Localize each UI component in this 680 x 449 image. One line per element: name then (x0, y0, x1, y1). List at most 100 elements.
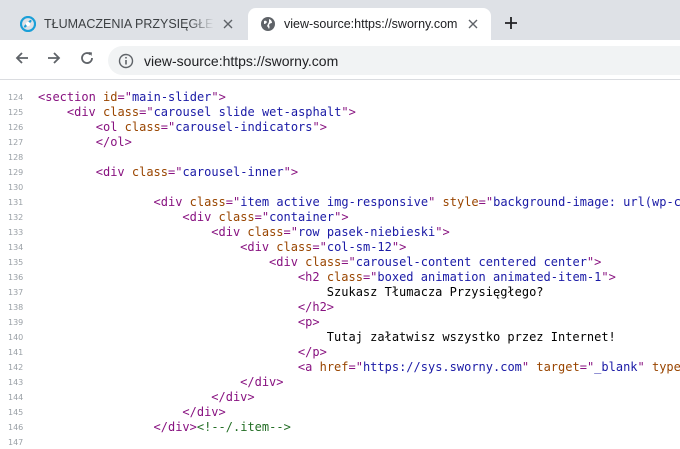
source-view[interactable]: 124 <section id="main-slider"> 125 <div cla… (0, 81, 680, 449)
line-code: <div class="row pasek-niebieski"> (211, 225, 449, 240)
token-tag: "> (283, 165, 299, 179)
token-tag: <ol (95, 120, 125, 134)
token-tag: =" (139, 105, 154, 119)
token-tag: <div (153, 195, 190, 209)
token-attribute: class (247, 225, 284, 239)
line-number: 144 (8, 393, 24, 402)
line-code: <p> (298, 315, 320, 330)
line-number: 133 (8, 228, 24, 237)
token-tag: <div (211, 225, 248, 239)
source-line: 131 <div class="item active img-responsiv… (0, 195, 680, 210)
token-tag: =" (312, 240, 327, 254)
line-code: </h2> (298, 300, 334, 315)
token-tag: </div> (153, 420, 197, 434)
token-attribute: class (326, 270, 363, 284)
token-tag: <div (182, 210, 219, 224)
token-attribute: class (189, 195, 226, 209)
line-code: <div class="carousel-inner"> (96, 165, 298, 180)
source-line: 142 <a href="https://sys.sworny.com" targ… (0, 360, 680, 375)
token-attribute: class (131, 165, 168, 179)
line-number: 137 (8, 288, 24, 297)
close-icon[interactable] (220, 16, 236, 32)
token-tag: =" (160, 120, 176, 134)
token-value: container (269, 210, 335, 224)
source-line: 137 Szukasz Tłumacza Przysięgłego? (0, 285, 680, 300)
token-tag: <h2 (297, 270, 327, 284)
source-line: 144 </div> (0, 390, 680, 405)
token-tag: <div (240, 240, 277, 254)
token-tag: </div> (240, 375, 284, 389)
token-value: carousel slide wet-asphalt (153, 105, 342, 119)
token-attribute: class (124, 120, 161, 134)
token-attribute: class (103, 105, 140, 119)
close-icon[interactable] (465, 16, 481, 32)
token-tag: </p> (297, 345, 327, 359)
source-line: 141 </p> (0, 345, 680, 360)
line-code: <div class="col-sm-12"> (240, 240, 406, 255)
reload-button[interactable] (73, 46, 101, 74)
new-tab-button[interactable] (499, 13, 523, 37)
line-number: 141 (8, 348, 24, 357)
back-button[interactable] (8, 46, 36, 74)
tab-title: TŁUMACZENIA PRZYSIĘGŁE PRZE (44, 17, 214, 31)
address-bar[interactable]: view-source:https://sworny.com (108, 46, 680, 75)
token-value: item active img-responsive (240, 195, 429, 209)
token-value: main-slider (131, 90, 212, 104)
token-value: background-image: url(wp-co (493, 195, 680, 209)
info-icon[interactable] (118, 53, 134, 69)
source-line: 140 Tutaj załatwisz wszystko przez Intern… (0, 330, 680, 345)
token-tag: " (521, 360, 537, 374)
token-attribute: class (276, 240, 313, 254)
token-text: Szukasz Tłumacza Przysięgłego? (326, 285, 544, 299)
reload-icon (79, 50, 95, 71)
token-tag: =" (341, 255, 356, 269)
token-tag: </div> (211, 390, 255, 404)
token-tag: " (428, 195, 443, 209)
token-value: carousel-inner (182, 165, 284, 179)
token-tag: =" (478, 195, 494, 209)
line-number: 127 (8, 138, 24, 147)
source-line: 130 (0, 180, 680, 195)
line-number: 139 (8, 318, 24, 327)
line-code: </div> (211, 390, 254, 405)
token-tag: "> (334, 210, 349, 224)
line-code: </div> (182, 405, 225, 420)
token-tag: " (637, 360, 652, 374)
line-number: 124 (8, 93, 24, 102)
line-number: 138 (8, 303, 24, 312)
tab-sworny-home[interactable]: TŁUMACZENIA PRZYSIĘGŁE PRZE (8, 8, 246, 40)
line-number: 126 (8, 123, 24, 132)
line-code: <a href="https://sys.sworny.com" target=… (298, 360, 680, 375)
plus-icon (504, 16, 518, 35)
line-code: <h2 class="boxed animation animated-item… (298, 270, 616, 285)
token-attribute: target (536, 360, 580, 374)
line-number: 135 (8, 258, 24, 267)
token-value: row pasek-niebieski (297, 225, 436, 239)
token-tag: =" (254, 210, 270, 224)
token-tag: =" (117, 90, 132, 104)
forward-button[interactable] (40, 46, 68, 74)
token-value[interactable]: https://sys.sworny.com (363, 360, 522, 374)
source-line: 147 (0, 435, 680, 449)
line-number: 146 (8, 423, 24, 432)
source-line: 135 <div class="carousel-content centered… (0, 255, 680, 270)
token-tag: "> (312, 120, 327, 134)
token-tag: =" (362, 270, 378, 284)
line-code: <div class="carousel-content centered ce… (269, 255, 601, 270)
source-line: 145 </div> (0, 405, 680, 420)
line-number: 129 (8, 168, 24, 177)
token-tag: "> (211, 90, 226, 104)
token-tag: <a (297, 360, 320, 374)
token-tag: =" (168, 165, 183, 179)
token-value: _blank (594, 360, 638, 374)
line-code: </div> (240, 375, 283, 390)
source-line: 143 </div> (0, 375, 680, 390)
line-number: 134 (8, 243, 24, 252)
token-tag: </ol> (95, 135, 132, 149)
line-code: Tutaj załatwisz wszystko przez Internet! (327, 330, 616, 345)
source-line: 138 </h2> (0, 300, 680, 315)
token-tag: "> (435, 225, 450, 239)
line-number: 125 (8, 108, 24, 117)
tab-view-source[interactable]: view-source:https://sworny.com (248, 8, 491, 40)
source-line: 126 <ol class="carousel-indicators"> (0, 120, 680, 135)
